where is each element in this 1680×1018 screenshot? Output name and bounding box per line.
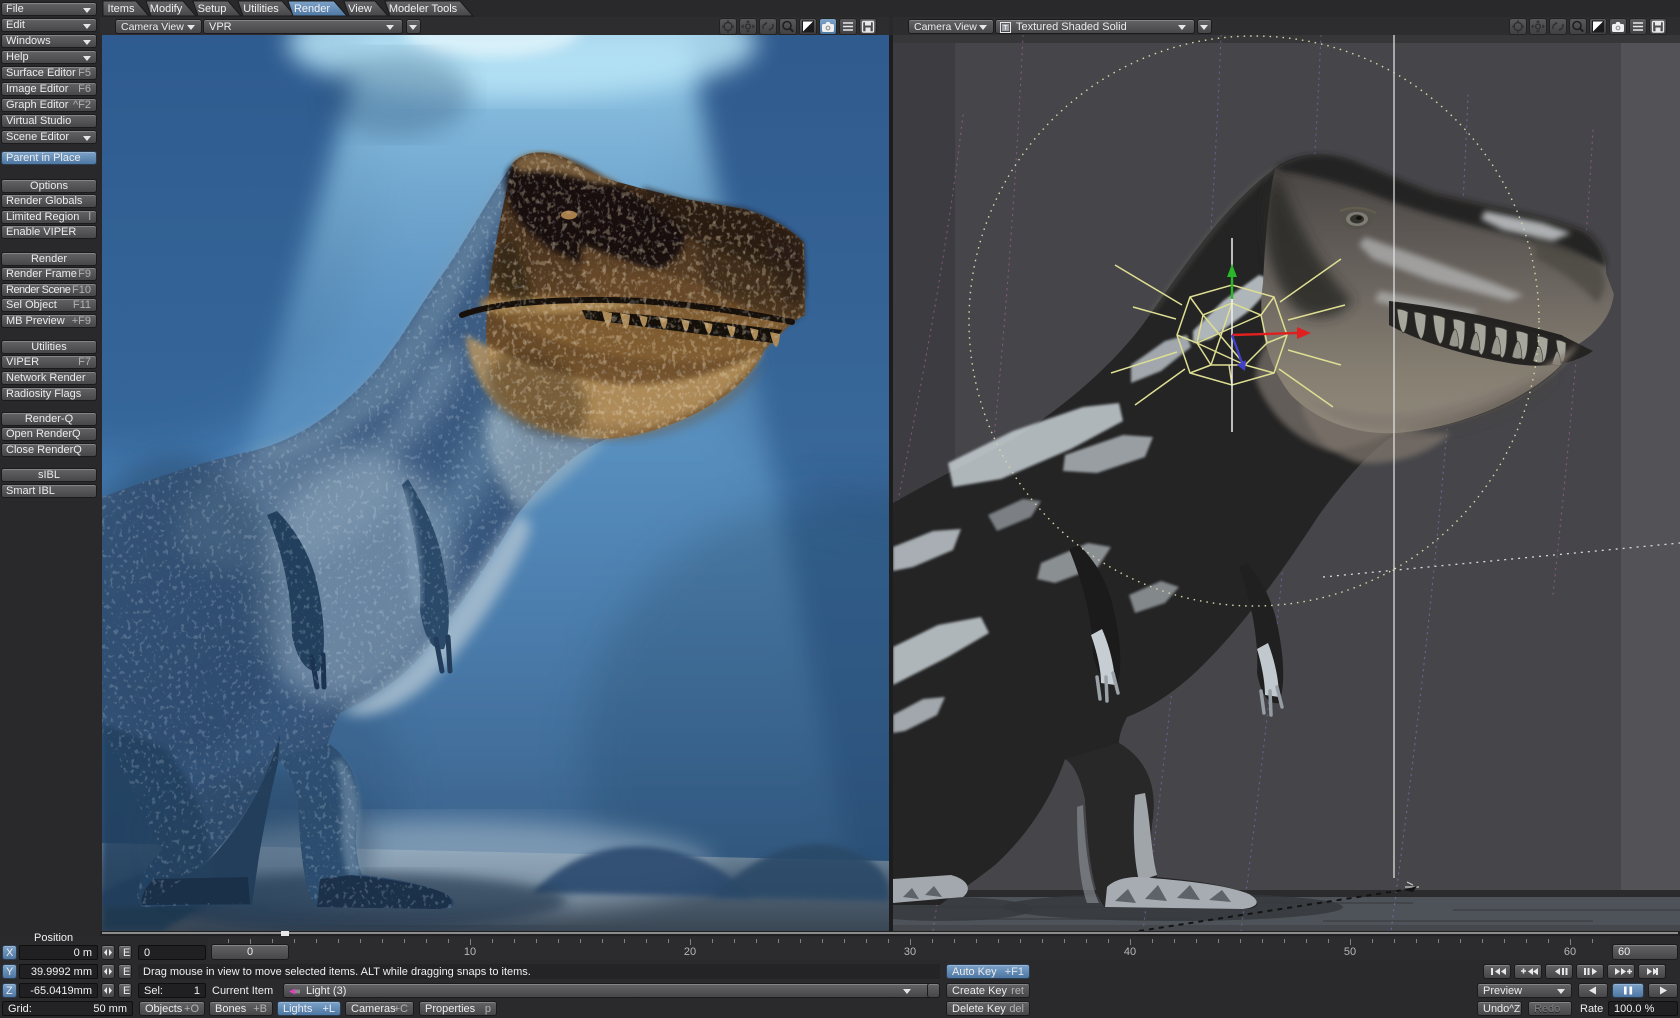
svg-text:View: View [348,3,372,15]
svg-text:Utilities: Utilities [243,3,279,15]
svg-text:Modeler Tools: Modeler Tools [389,3,458,15]
svg-text:Modify: Modify [150,3,183,15]
svg-text:Render: Render [294,3,330,15]
svg-text:Setup: Setup [198,3,227,15]
svg-text:T: T [1003,25,1008,32]
svg-text:Items: Items [108,3,135,15]
